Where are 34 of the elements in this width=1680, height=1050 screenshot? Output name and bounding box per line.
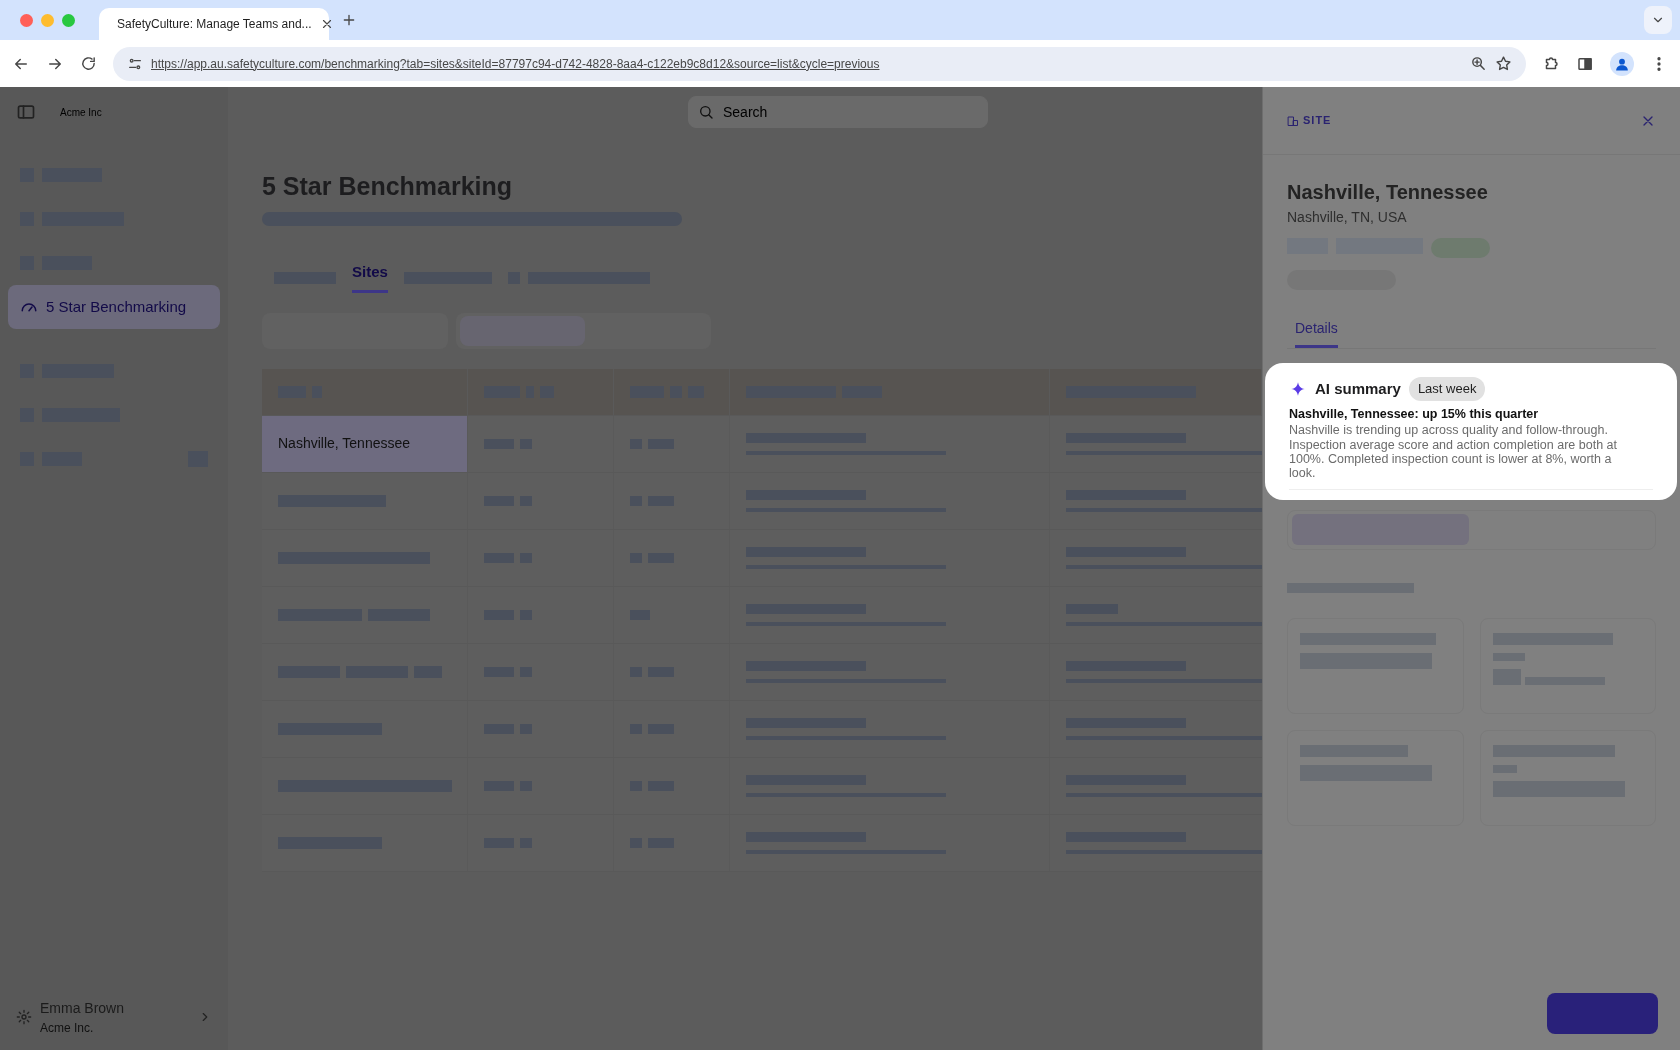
org-name: Acme Inc bbox=[60, 105, 102, 120]
settings-icon[interactable] bbox=[16, 1009, 32, 1025]
profile-avatar[interactable] bbox=[1610, 51, 1634, 76]
summary-headline: Nashville, Tennessee: up 15% this quarter bbox=[1289, 405, 1540, 423]
star-icon[interactable] bbox=[1495, 55, 1512, 72]
page-tab[interactable]: Sites bbox=[352, 261, 388, 293]
maximize-button[interactable] bbox=[62, 13, 75, 27]
tab-list-button[interactable] bbox=[1644, 6, 1672, 34]
tab-title: SafetyCulture: Manage Teams and... bbox=[117, 16, 312, 33]
search-icon bbox=[698, 104, 714, 120]
new-tab-icon[interactable] bbox=[341, 12, 357, 28]
panel-title: Nashville, Tennessee bbox=[1287, 180, 1489, 205]
reload-icon[interactable] bbox=[80, 55, 97, 72]
ai-summary-title: AI summary bbox=[1315, 378, 1401, 399]
panel-subtitle: Nashville, TN, USA bbox=[1287, 208, 1408, 227]
primary-button[interactable] bbox=[1547, 993, 1658, 1034]
user-org: Acme Inc. bbox=[40, 1019, 95, 1037]
table-cell[interactable]: Nashville, Tennessee bbox=[262, 415, 468, 472]
address-bar[interactable]: https://app.au.safetyculture.com/benchmarking?tab=sites&siteId=87797c94-d742-4828-8aa4-c122eb9c8d12&source=list&cycle=previous bbox=[113, 46, 1526, 81]
panel-tab[interactable]: Details bbox=[1295, 318, 1338, 348]
summary-text: Nashville is trending up across quality and follow-through. Inspection average score and action completion are both at 100%. Completed inspection count is lower at 8%, worth a look. bbox=[1289, 423, 1618, 481]
nav-item[interactable]: 5 Star Benchmarking bbox=[8, 285, 220, 329]
building-icon bbox=[1287, 114, 1299, 127]
close-button[interactable] bbox=[20, 13, 33, 27]
period-badge: Last week bbox=[1408, 377, 1486, 401]
url-text: https://app.au.safetyculture.com/benchmarking?tab=sites&siteId=87797c94-d742-4828-8aa4-c122eb9c8d12&source=list&cycle=previous bbox=[151, 55, 881, 73]
search-field[interactable]: Search bbox=[688, 96, 988, 128]
page-title: 5 Star Benchmarking bbox=[262, 171, 514, 201]
user-name: Emma Brown bbox=[40, 998, 126, 1018]
browser-tab[interactable]: SafetyCulture: Manage Teams and... bbox=[99, 8, 329, 40]
minimize-button[interactable] bbox=[41, 13, 54, 27]
panel-label: SITE bbox=[1303, 113, 1332, 129]
zoom-icon[interactable] bbox=[1470, 55, 1487, 72]
sidebar-toggle-icon[interactable] bbox=[16, 102, 36, 122]
